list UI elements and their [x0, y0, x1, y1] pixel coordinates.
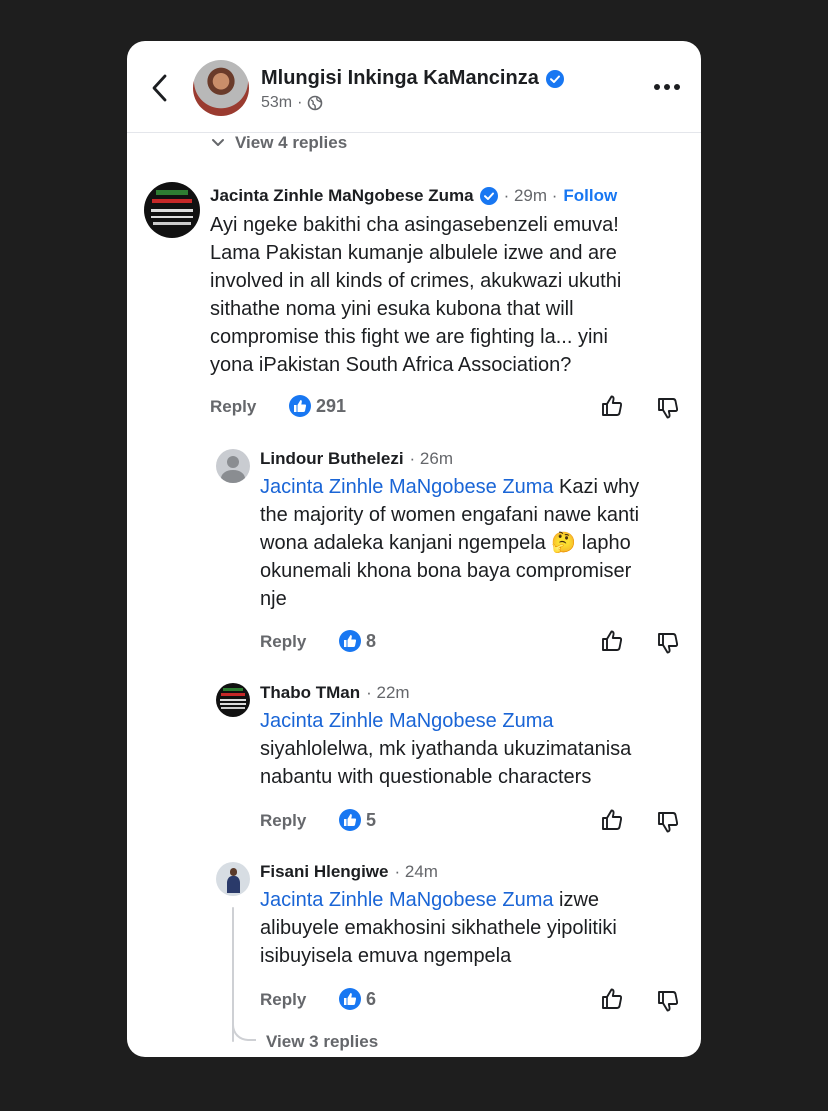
comment-header: Jacinta Zinhle MaNgobese Zuma · 29m · Fo…: [210, 186, 617, 206]
globe-icon: [308, 95, 323, 111]
comment-text: Jacinta Zinhle MaNgobese Zuma siyahlolel…: [260, 707, 631, 791]
comment-line: nje: [260, 588, 287, 610]
mention-link[interactable]: Jacinta Zinhle MaNgobese Zuma: [260, 710, 553, 732]
comment-time: · 29m ·: [503, 186, 558, 205]
meta-separator: ·: [297, 94, 303, 111]
back-button[interactable]: [149, 73, 171, 103]
like-count-value: 5: [366, 809, 377, 830]
comment-line: alibuyele emakhosini sikhathele yipoliti…: [260, 917, 617, 939]
thread-connector-curve: [232, 996, 256, 1041]
comment-header: Thabo TMan · 22m: [260, 683, 410, 703]
like-reaction-icon: [289, 395, 311, 417]
commenter-name[interactable]: Jacinta Zinhle MaNgobese Zuma: [210, 186, 474, 206]
comment-time: · 24m: [394, 862, 438, 881]
post-time: 53m: [261, 94, 293, 111]
like-count-value: 8: [366, 630, 377, 651]
comment-line: sithathe noma yini esuka kubona that wil…: [210, 298, 574, 320]
like-count[interactable]: 8: [339, 630, 376, 652]
comment-line: siyahlolelwa, mk iyathanda ukuzimatanisa: [260, 738, 632, 760]
upvote-button[interactable]: [600, 808, 624, 832]
commenter-avatar[interactable]: [216, 449, 250, 483]
comment-line: Ayi ngeke bakithi cha asingasebenzeli em…: [210, 214, 619, 236]
thumbs-down-icon: [658, 633, 679, 654]
more-options-button[interactable]: [653, 79, 681, 95]
comments-card: Mlungisi Inkinga KaMancinza 53m · View 4…: [127, 41, 701, 1057]
comment-line: involved in all kinds of crimes, akukwaz…: [210, 270, 622, 292]
chevron-left-icon: [152, 74, 167, 102]
comment-actions: Reply: [260, 990, 306, 1010]
post-header: Mlungisi Inkinga KaMancinza 53m ·: [127, 41, 701, 133]
like-count[interactable]: 5: [339, 809, 376, 831]
downvote-button[interactable]: [656, 396, 680, 420]
reply-button[interactable]: Reply: [260, 990, 306, 1010]
post-meta: 53m ·: [261, 94, 323, 112]
view-replies-top-label[interactable]: View 4 replies: [235, 133, 347, 153]
thumbs-down-icon: [658, 991, 679, 1012]
comment-text: Jacinta Zinhle MaNgobese Zuma Kazi why t…: [260, 473, 639, 613]
like-reaction-icon: [339, 809, 361, 831]
verified-badge-icon: [479, 187, 498, 205]
comment-line: isibuyisela emuva ngempela: [260, 945, 512, 967]
thumbs-up-icon: [602, 395, 623, 416]
commenter-avatar[interactable]: [216, 683, 250, 717]
comment-line: Lama Pakistan kumanje albulele izwe and …: [210, 242, 617, 264]
comment-actions: Reply: [260, 632, 306, 652]
post-author-name[interactable]: Mlungisi Inkinga KaMancinza: [261, 67, 564, 90]
comment-header: Fisani Hlengiwe · 24m: [260, 862, 438, 882]
upvote-button[interactable]: [600, 987, 624, 1011]
like-reaction-icon: [339, 630, 361, 652]
comment-line: compromise this fight we are fighting la…: [210, 326, 608, 348]
comment-text: Ayi ngeke bakithi cha asingasebenzeli em…: [210, 211, 621, 379]
follow-button[interactable]: Follow: [563, 186, 617, 206]
like-count-value: 6: [366, 988, 377, 1009]
comment-time: · 22m: [366, 683, 410, 702]
downvote-button[interactable]: [656, 989, 680, 1013]
view-replies-top[interactable]: View 4 replies: [211, 133, 347, 153]
verified-badge-icon: [545, 69, 564, 88]
post-author-avatar[interactable]: [193, 60, 249, 116]
reply-button[interactable]: Reply: [260, 632, 306, 652]
commenter-avatar[interactable]: [216, 862, 250, 896]
mention-link[interactable]: Jacinta Zinhle MaNgobese Zuma: [260, 889, 553, 911]
comment-line: yona iPakistan South Africa Association?: [210, 354, 572, 376]
comment-line-rest: izwe: [553, 889, 600, 911]
upvote-button[interactable]: [600, 394, 624, 418]
thumbs-down-icon: [658, 812, 679, 833]
upvote-button[interactable]: [600, 629, 624, 653]
comment-line: the majority of women engafani nawe kant…: [260, 504, 640, 526]
view-replies-bottom[interactable]: View 3 replies: [266, 1032, 378, 1052]
post-author-label[interactable]: Mlungisi Inkinga KaMancinza: [261, 67, 539, 90]
downvote-button[interactable]: [656, 810, 680, 834]
comment-line: wona adaleka kanjani ngempela 🤔 lapho: [260, 532, 631, 554]
like-count-value: 291: [316, 395, 347, 416]
comment-line: nabantu with questionable characters: [260, 766, 592, 788]
commenter-name[interactable]: Lindour Buthelezi: [260, 449, 404, 469]
thumbs-up-icon: [602, 809, 623, 830]
reply-button[interactable]: Reply: [210, 397, 256, 417]
like-count[interactable]: 291: [289, 395, 346, 417]
downvote-button[interactable]: [656, 631, 680, 655]
comment-line: okunemali khona bona baya compromiser: [260, 560, 632, 582]
like-count[interactable]: 6: [339, 988, 376, 1010]
comment-line-rest: Kazi why: [553, 476, 640, 498]
commenter-name[interactable]: Thabo TMan: [260, 683, 360, 703]
comment-line: Jacinta Zinhle MaNgobese Zuma: [260, 707, 631, 735]
reply-button[interactable]: Reply: [260, 811, 306, 831]
thumbs-down-icon: [658, 398, 679, 419]
thumbs-up-icon: [602, 988, 623, 1009]
comment-header: Lindour Buthelezi · 26m: [260, 449, 453, 469]
like-reaction-icon: [339, 988, 361, 1010]
comment-line: Jacinta Zinhle MaNgobese Zuma Kazi why: [260, 473, 639, 501]
comment-line: Jacinta Zinhle MaNgobese Zuma izwe: [260, 886, 617, 914]
thumbs-up-icon: [602, 630, 623, 651]
comment-text: Jacinta Zinhle MaNgobese Zuma izwe alibu…: [260, 886, 617, 970]
comment-actions: Reply: [260, 811, 306, 831]
chevron-down-icon: [212, 139, 224, 146]
comment-actions: Reply: [210, 397, 256, 417]
commenter-avatar[interactable]: [144, 182, 200, 238]
more-dots-icon: [654, 84, 680, 90]
commenter-name[interactable]: Fisani Hlengiwe: [260, 862, 388, 882]
mention-link[interactable]: Jacinta Zinhle MaNgobese Zuma: [260, 476, 553, 498]
comment-time: · 26m: [409, 449, 454, 468]
